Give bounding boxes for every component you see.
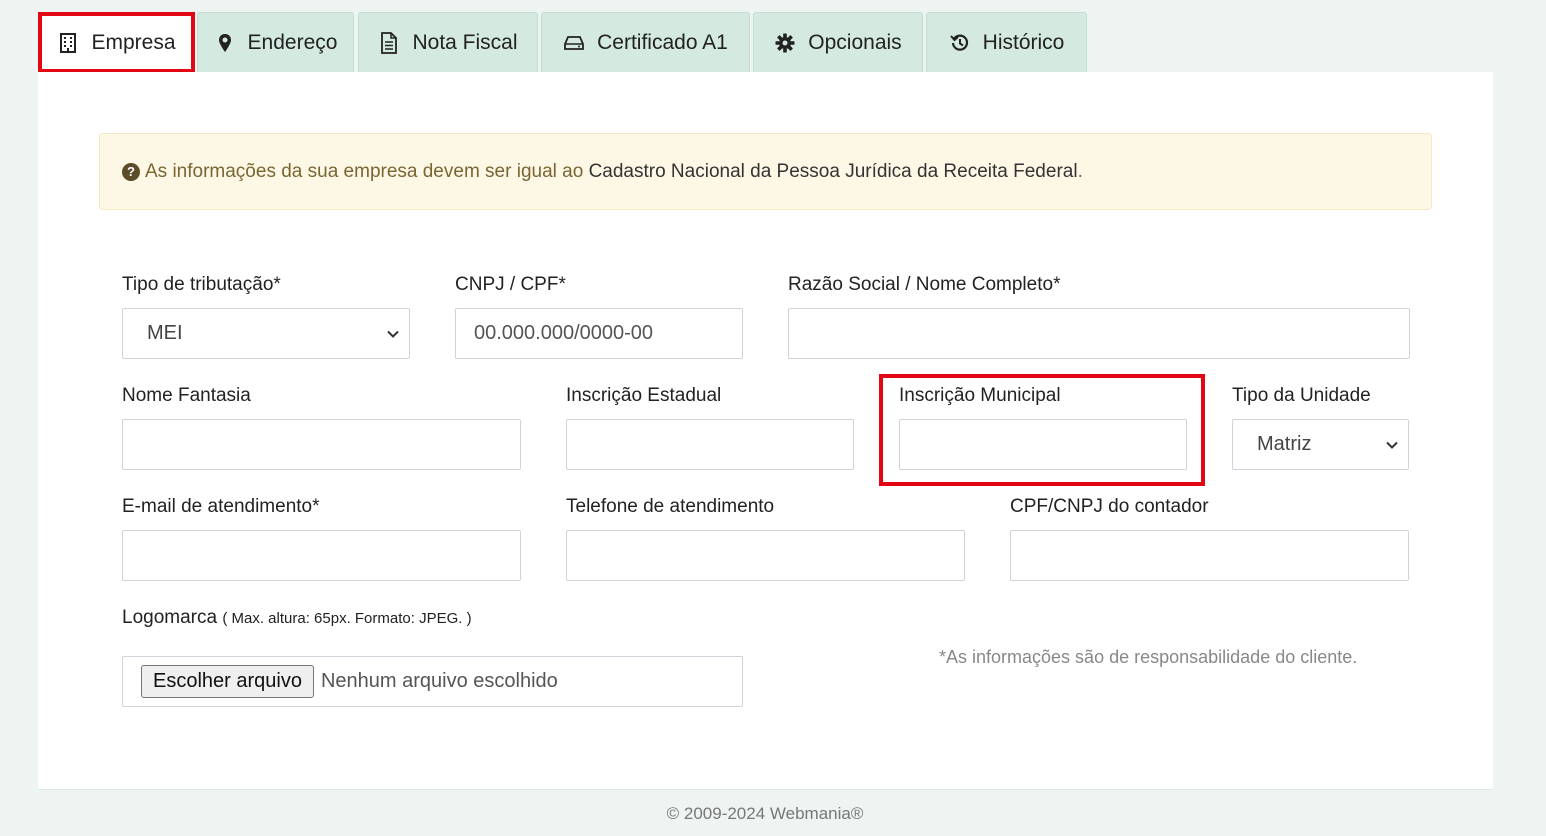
- cnpj-cpf-input[interactable]: 00.000.000/0000-00: [455, 308, 743, 359]
- razao-social-input[interactable]: [788, 308, 1410, 359]
- email-label: E-mail de atendimento*: [122, 496, 320, 517]
- question-circle-icon: ?: [122, 162, 140, 181]
- chevron-down-icon: [1384, 437, 1400, 453]
- gear-icon: [774, 32, 796, 54]
- inscricao-estadual-input[interactable]: [566, 419, 854, 470]
- responsibility-note: *As informações são de responsabilidade …: [939, 647, 1358, 667]
- choose-file-button[interactable]: Escolher arquivo: [141, 665, 314, 698]
- tab-label: Endereço: [247, 31, 338, 54]
- tab-label: Empresa: [91, 30, 176, 54]
- tipo-unidade-select[interactable]: Matriz: [1232, 419, 1409, 470]
- cnpj-cpf-placeholder: 00.000.000/0000-00: [474, 322, 654, 344]
- empresa-panel: ? As informações da sua empresa devem se…: [38, 72, 1493, 790]
- cpf-cnpj-contador-input[interactable]: [1010, 530, 1409, 581]
- tipo-tributacao-value: MEI: [147, 322, 183, 344]
- tab-endereco[interactable]: Endereço: [197, 12, 354, 73]
- tab-label: Nota Fiscal: [412, 31, 518, 54]
- tab-label: Histórico: [982, 31, 1065, 54]
- document-icon: [378, 32, 400, 54]
- inscricao-municipal-label: Inscrição Municipal: [899, 385, 1061, 406]
- nome-fantasia-label: Nome Fantasia: [122, 385, 251, 406]
- tab-label: Certificado A1: [597, 31, 728, 54]
- inscricao-estadual-label: Inscrição Estadual: [566, 385, 722, 406]
- logomarca-label: Logomarca ( Max. altura: 65px. Formato: …: [122, 607, 472, 629]
- email-input[interactable]: [122, 530, 521, 581]
- history-icon: [949, 32, 971, 54]
- tipo-tributacao-label: Tipo de tributação*: [122, 274, 281, 295]
- logomarca-hint: ( Max. altura: 65px. Formato: JPEG. ): [222, 610, 472, 627]
- tab-empresa[interactable]: Empresa: [38, 12, 195, 73]
- chevron-down-icon: [385, 326, 401, 342]
- tipo-unidade-value: Matriz: [1257, 433, 1312, 455]
- alert-suffix: .: [1077, 160, 1083, 182]
- tab-opcionais[interactable]: Opcionais: [753, 12, 923, 73]
- alert-text: As informações da sua empresa devem ser …: [145, 160, 584, 182]
- cnpj-cpf-label: CNPJ / CPF*: [455, 274, 566, 295]
- nome-fantasia-input[interactable]: [122, 419, 521, 470]
- telefone-label: Telefone de atendimento: [566, 496, 775, 517]
- inscricao-municipal-input[interactable]: [899, 419, 1187, 470]
- footer-copyright: © 2009-2024 Webmania®: [666, 804, 864, 823]
- tipo-tributacao-select[interactable]: MEI: [122, 308, 410, 359]
- map-marker-icon: [214, 32, 236, 54]
- tipo-unidade-label: Tipo da Unidade: [1232, 385, 1371, 406]
- telefone-input[interactable]: [566, 530, 965, 581]
- hard-drive-icon: [563, 32, 585, 54]
- logomarca-label-text: Logomarca: [122, 607, 218, 628]
- razao-social-label: Razão Social / Nome Completo*: [788, 274, 1061, 295]
- cpf-cnpj-contador-label: CPF/CNPJ do contador: [1010, 496, 1209, 517]
- tab-nota-fiscal[interactable]: Nota Fiscal: [358, 12, 538, 73]
- file-status: Nenhum arquivo escolhido: [320, 670, 558, 692]
- logomarca-file-input[interactable]: Escolher arquivo Nenhum arquivo escolhid…: [122, 656, 743, 707]
- tab-certificado-a1[interactable]: Certificado A1: [541, 12, 750, 73]
- info-alert: ? As informações da sua empresa devem se…: [99, 133, 1432, 210]
- tab-historico[interactable]: Histórico: [926, 12, 1087, 73]
- building-icon: [57, 32, 79, 54]
- alert-text-dark: Cadastro Nacional da Pessoa Jurídica da …: [588, 160, 1078, 182]
- tab-label: Opcionais: [808, 31, 902, 54]
